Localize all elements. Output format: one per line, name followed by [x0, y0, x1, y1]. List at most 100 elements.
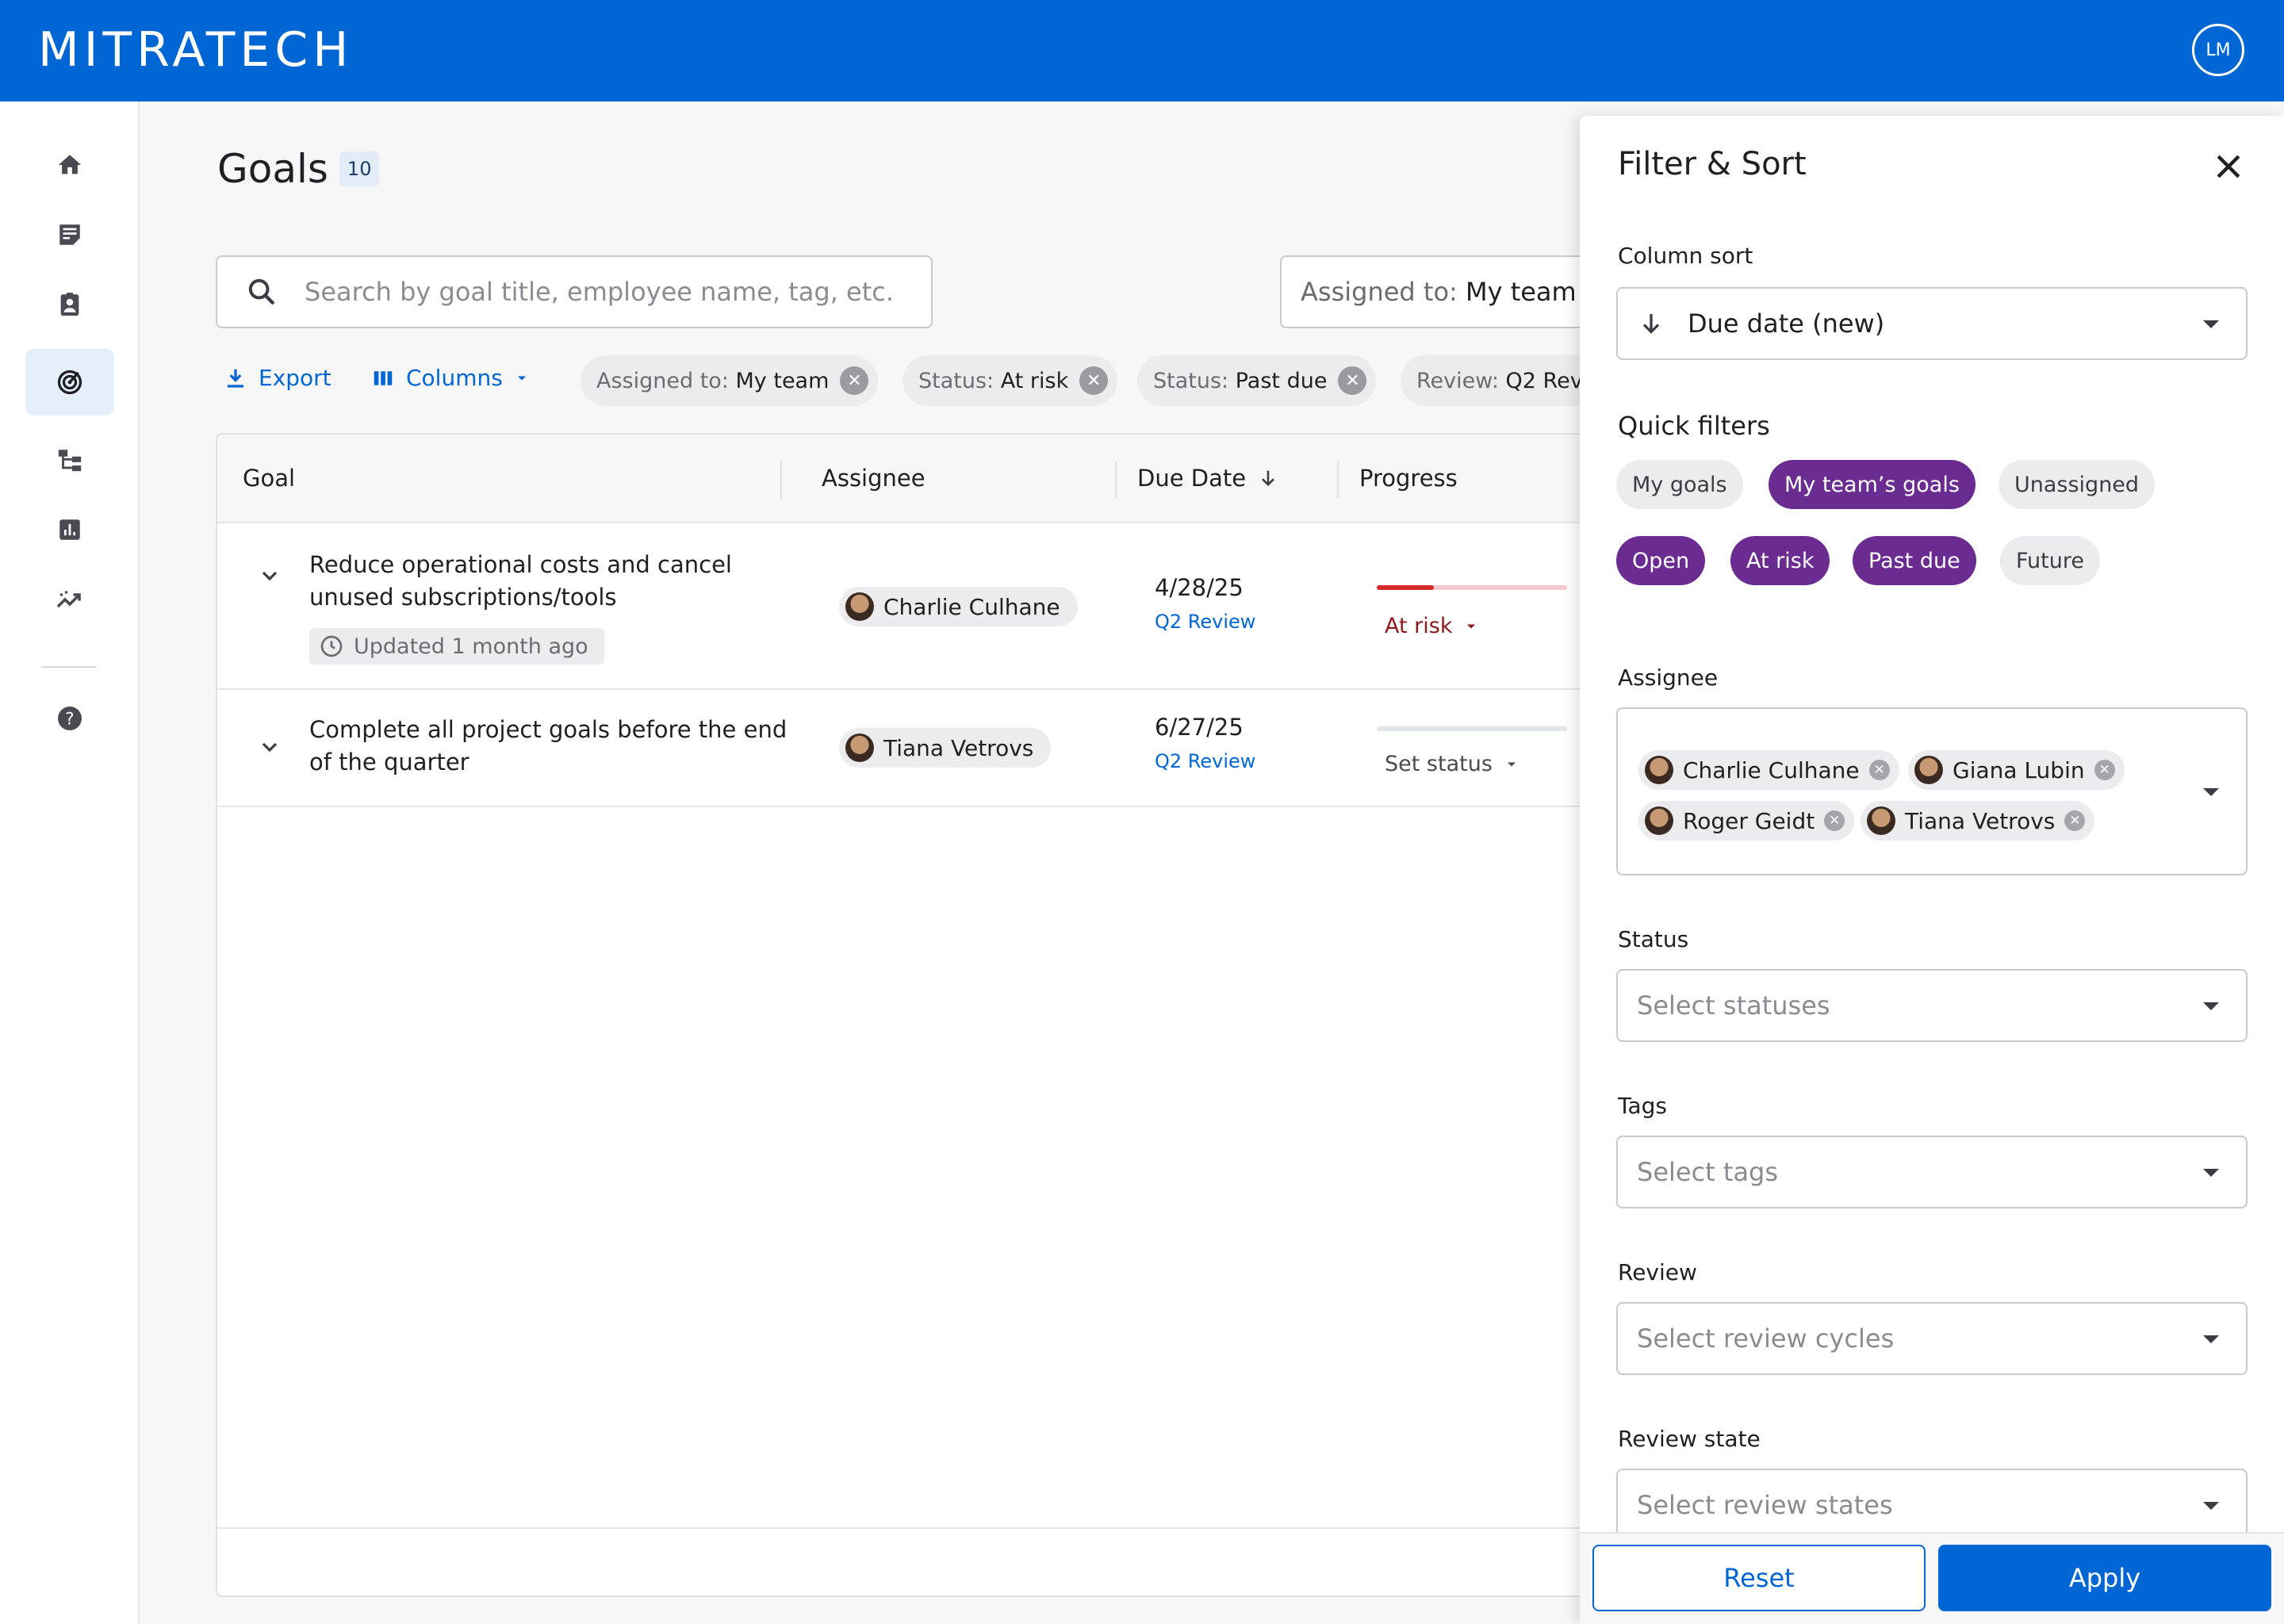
sidebar-nav: ? [0, 102, 140, 1624]
close-icon[interactable] [2211, 149, 2246, 184]
column-header-due-date-label: Due Date [1137, 465, 1247, 492]
table-row[interactable]: Reduce operational costs and cancel unus… [217, 523, 1594, 690]
org-chart-icon [58, 450, 82, 472]
column-header-due-date[interactable]: Due Date [1137, 465, 1279, 492]
sidebar-item-home[interactable] [25, 132, 114, 198]
assignee-chip[interactable]: Roger Geidt ✕ [1638, 801, 1855, 841]
status-label: Set status [1385, 752, 1493, 776]
caret-down-icon [2203, 1169, 2219, 1177]
sidebar-item-reports[interactable] [25, 496, 114, 563]
export-button[interactable]: Export [224, 365, 331, 391]
assignee-chip[interactable]: Giana Lubin ✕ [1908, 750, 2125, 790]
assigned-to-label: Assigned to: [1301, 277, 1458, 307]
assignee-chip[interactable]: Charlie Culhane [839, 587, 1078, 626]
review-placeholder: Select review cycles [1637, 1323, 1895, 1354]
status-placeholder: Select statuses [1637, 990, 1830, 1021]
assignee-name: Tiana Vetrovs [883, 734, 1034, 761]
quick-filter-my-goals[interactable]: My goals [1616, 460, 1743, 509]
status-dropdown[interactable]: At risk [1385, 614, 1479, 638]
status-dropdown[interactable]: Set status [1385, 752, 1519, 776]
quick-filter-unassigned[interactable]: Unassigned [1998, 460, 2156, 509]
sidebar-item-notes[interactable] [25, 201, 114, 268]
chevron-down-icon[interactable] [257, 734, 282, 760]
download-icon [228, 369, 243, 388]
due-date: 4/28/25 [1155, 574, 1244, 601]
goals-count-badge: 10 [339, 151, 380, 186]
filter-chip-value: At risk [1000, 368, 1069, 393]
reset-button[interactable]: Reset [1592, 1545, 1926, 1611]
column-separator[interactable] [1115, 462, 1117, 498]
column-header-assignee[interactable]: Assignee [822, 465, 925, 492]
column-sort-select[interactable]: Due date (new) [1616, 287, 2248, 360]
review-state-select[interactable]: Select review states [1616, 1469, 2248, 1542]
goals-target-icon [57, 370, 82, 395]
status-label: Status [1618, 926, 1689, 952]
assignee-chip-name: Tiana Vetrovs [1905, 807, 2056, 834]
tags-select[interactable]: Select tags [1616, 1136, 2248, 1208]
user-avatar[interactable]: LM [2192, 24, 2244, 76]
assigned-to-select[interactable]: Assigned to: My team [1280, 255, 1597, 328]
column-header-progress[interactable]: Progress [1359, 465, 1458, 492]
columns-label: Columns [406, 365, 503, 391]
table-row[interactable]: Complete all project goals before the en… [217, 690, 1594, 807]
column-header-goal[interactable]: Goal [243, 465, 295, 492]
apply-button[interactable]: Apply [1938, 1545, 2271, 1611]
quick-filter-open[interactable]: Open [1616, 536, 1706, 585]
sidebar-item-goals[interactable] [25, 349, 114, 416]
notes-icon [59, 224, 80, 245]
filter-chip-assigned[interactable]: Assigned to: My team ✕ [581, 355, 879, 406]
remove-filter-icon[interactable]: ✕ [1079, 366, 1109, 395]
filter-sort-drawer: Filter & Sort Column sort Due date (new)… [1580, 116, 2284, 1624]
review-select[interactable]: Select review cycles [1616, 1302, 2248, 1375]
assignee-multiselect[interactable]: Charlie Culhane ✕ Giana Lubin ✕ Roger Ge… [1616, 707, 2248, 875]
tags-label: Tags [1618, 1093, 1667, 1119]
status-select[interactable]: Select statuses [1616, 969, 2248, 1042]
sidebar-item-org-chart[interactable] [25, 427, 114, 493]
filter-chip-status-at-risk[interactable]: Status: At risk ✕ [902, 355, 1118, 406]
remove-chip-icon[interactable]: ✕ [2094, 760, 2115, 780]
sidebar-item-help[interactable]: ? [25, 685, 114, 752]
tags-placeholder: Select tags [1637, 1157, 1779, 1187]
assignee-chip[interactable]: Tiana Vetrovs [839, 728, 1052, 768]
caret-down-icon [2203, 788, 2219, 796]
bar-chart-icon [59, 519, 80, 540]
column-separator[interactable] [780, 462, 782, 498]
filter-chip-status-past-due[interactable]: Status: Past due ✕ [1137, 355, 1377, 406]
mitratech-logo[interactable]: MITRATECH [38, 22, 353, 78]
filter-chip-key: Status: [918, 368, 994, 393]
quick-filter-at-risk[interactable]: At risk [1730, 536, 1830, 585]
quick-filter-my-teams-goals[interactable]: My team’s goals [1769, 460, 1976, 509]
chevron-down-icon[interactable] [257, 563, 282, 588]
clipboard-person-icon [60, 293, 79, 316]
progress-bar-fill [1377, 585, 1434, 590]
review-link[interactable]: Q2 Review [1155, 750, 1255, 772]
caret-down-icon [2203, 1502, 2219, 1510]
remove-filter-icon[interactable]: ✕ [840, 366, 869, 395]
export-label: Export [259, 365, 331, 391]
search-input[interactable] [305, 277, 907, 307]
search-box[interactable] [216, 255, 933, 328]
caret-down-icon [2203, 320, 2219, 328]
help-icon: ? [58, 707, 82, 730]
column-sort-value: Due date (new) [1688, 308, 1885, 339]
page-title: Goals 10 [217, 146, 380, 192]
remove-chip-icon[interactable]: ✕ [1824, 810, 1845, 831]
column-separator[interactable] [1337, 462, 1339, 498]
columns-button[interactable]: Columns [371, 365, 530, 391]
remove-filter-icon[interactable]: ✕ [1338, 366, 1367, 395]
sidebar-item-assignments[interactable] [25, 271, 114, 338]
assignee-chip[interactable]: Charlie Culhane ✕ [1638, 750, 1899, 790]
remove-chip-icon[interactable]: ✕ [1868, 760, 1890, 780]
quick-filter-past-due[interactable]: Past due [1853, 536, 1976, 585]
remove-chip-icon[interactable]: ✕ [2064, 810, 2086, 831]
filter-chip-value: My team [735, 368, 830, 393]
quick-filter-future[interactable]: Future [2000, 536, 2100, 585]
review-link[interactable]: Q2 Review [1155, 611, 1255, 633]
caret-down-icon [517, 376, 526, 380]
sidebar-item-analytics[interactable] [25, 566, 114, 633]
assignee-chip[interactable]: Tiana Vetrovs ✕ [1861, 801, 2095, 841]
goal-title[interactable]: Reduce operational costs and cancel unus… [309, 549, 785, 614]
top-bar: MITRATECH LM [0, 0, 2284, 102]
table-header: Goal Assignee Due Date Progress [217, 435, 1594, 523]
goal-title[interactable]: Complete all project goals before the en… [309, 714, 801, 779]
